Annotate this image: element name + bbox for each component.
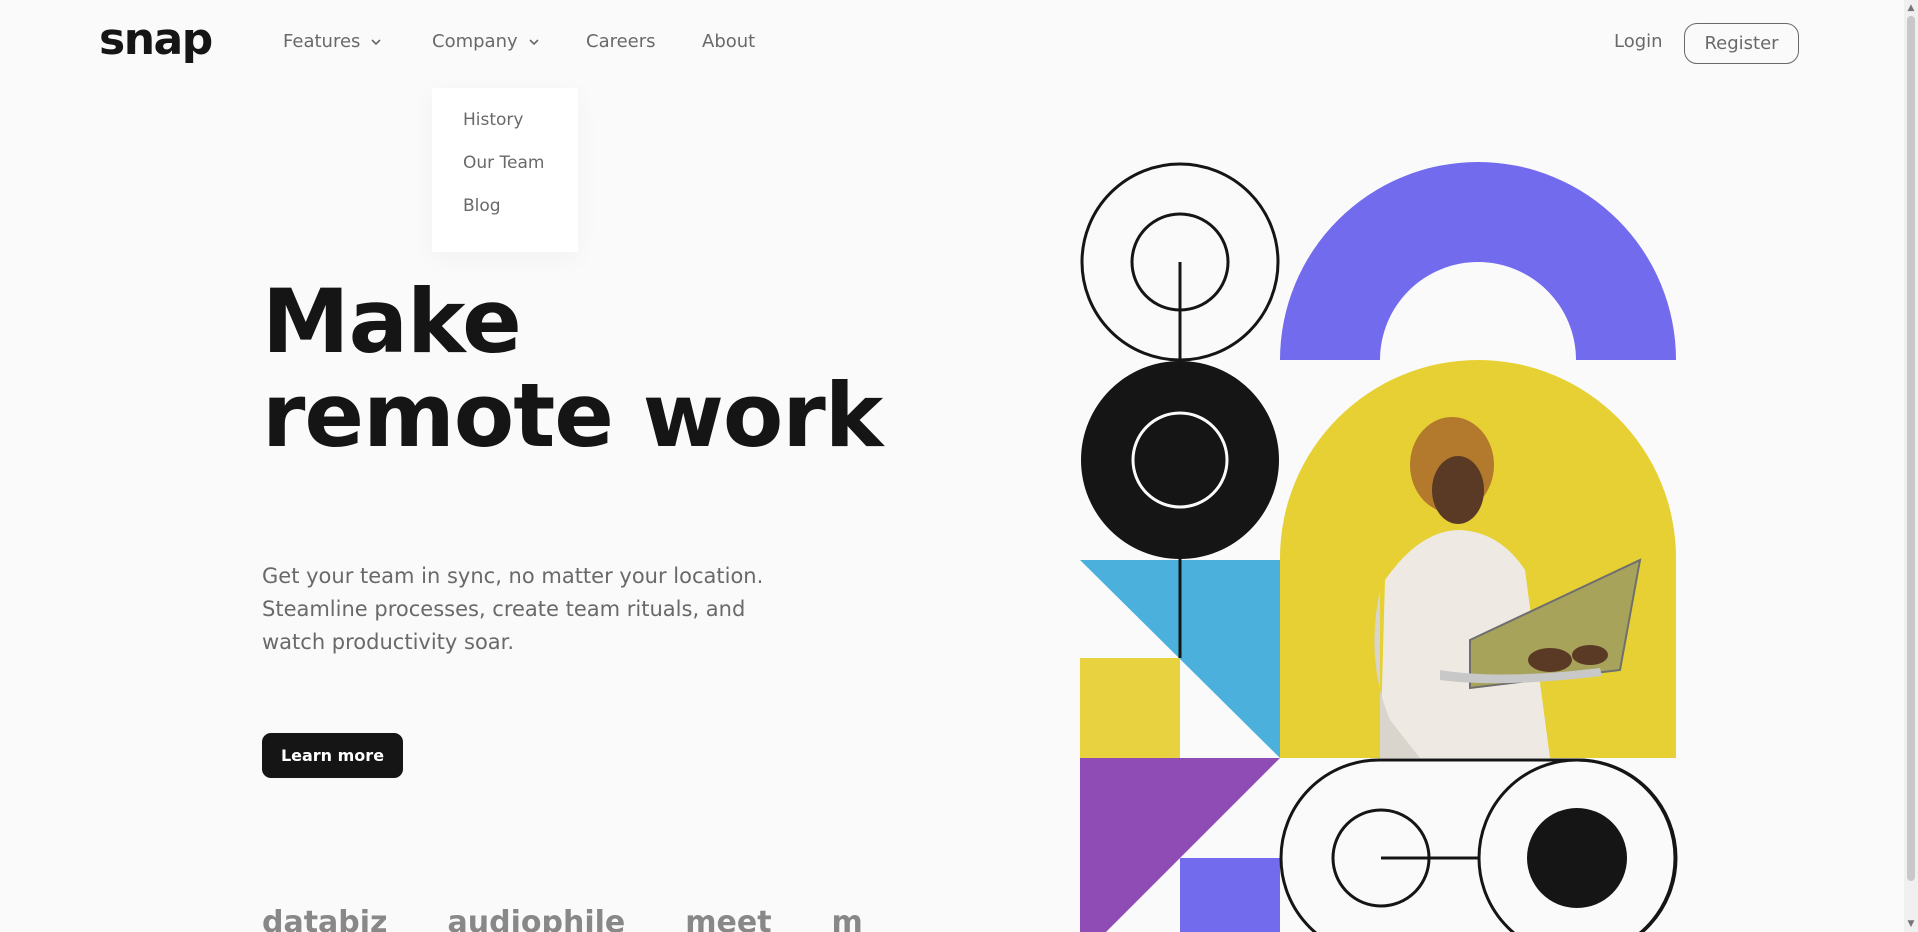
nav-features-label: Features [283,31,361,52]
scrollbar-thumb[interactable] [1907,16,1915,881]
nav-company-label: Company [432,31,518,52]
client-logo-audiophile: audiophile [447,905,626,932]
hero-description: Get your team in sync, no matter your lo… [262,564,764,654]
dropdown-item-our-team[interactable]: Our Team [463,155,578,198]
nav-company[interactable]: Company [432,31,540,52]
outlined-circle-shape [1080,162,1280,362]
hero-title: Make remote work [262,270,883,467]
login-link[interactable]: Login [1614,31,1663,52]
page-scrollbar[interactable]: ▲ ▼ [1904,0,1918,932]
hero-title-line1: Make [262,270,522,373]
nav-careers[interactable]: Careers [586,31,656,52]
scroll-down-icon[interactable]: ▼ [1906,919,1916,929]
client-logo-maker: maker [831,905,862,932]
yellow-square-shape [1080,658,1180,758]
client-logo-meet: meet [685,905,772,932]
register-button[interactable]: Register [1684,23,1799,64]
pill-circles-shape [1279,758,1678,932]
dropdown-item-blog[interactable]: Blog [463,198,578,241]
chevron-down-icon [529,38,539,45]
purple-square-shape [1180,858,1280,932]
hero-title-line2: remote work [262,364,883,467]
client-logos: databiz audiophile meet maker [262,905,862,932]
black-circle-shape [1081,361,1279,559]
client-logo-databiz: databiz [262,905,388,932]
purple-arch-shape [1280,162,1676,360]
learn-more-button[interactable]: Learn more [262,733,403,778]
chevron-down-icon [371,38,381,45]
nav-features[interactable]: Features [283,31,382,52]
company-dropdown: History Our Team Blog [432,88,578,252]
logo[interactable]: snap [99,14,213,65]
nav-careers-label: Careers [586,31,656,52]
nav-about[interactable]: About [702,31,755,52]
nav-about-label: About [702,31,756,52]
dropdown-item-history[interactable]: History [463,112,578,155]
hero-illustration [1080,162,1678,932]
scroll-up-icon[interactable]: ▲ [1906,3,1916,13]
